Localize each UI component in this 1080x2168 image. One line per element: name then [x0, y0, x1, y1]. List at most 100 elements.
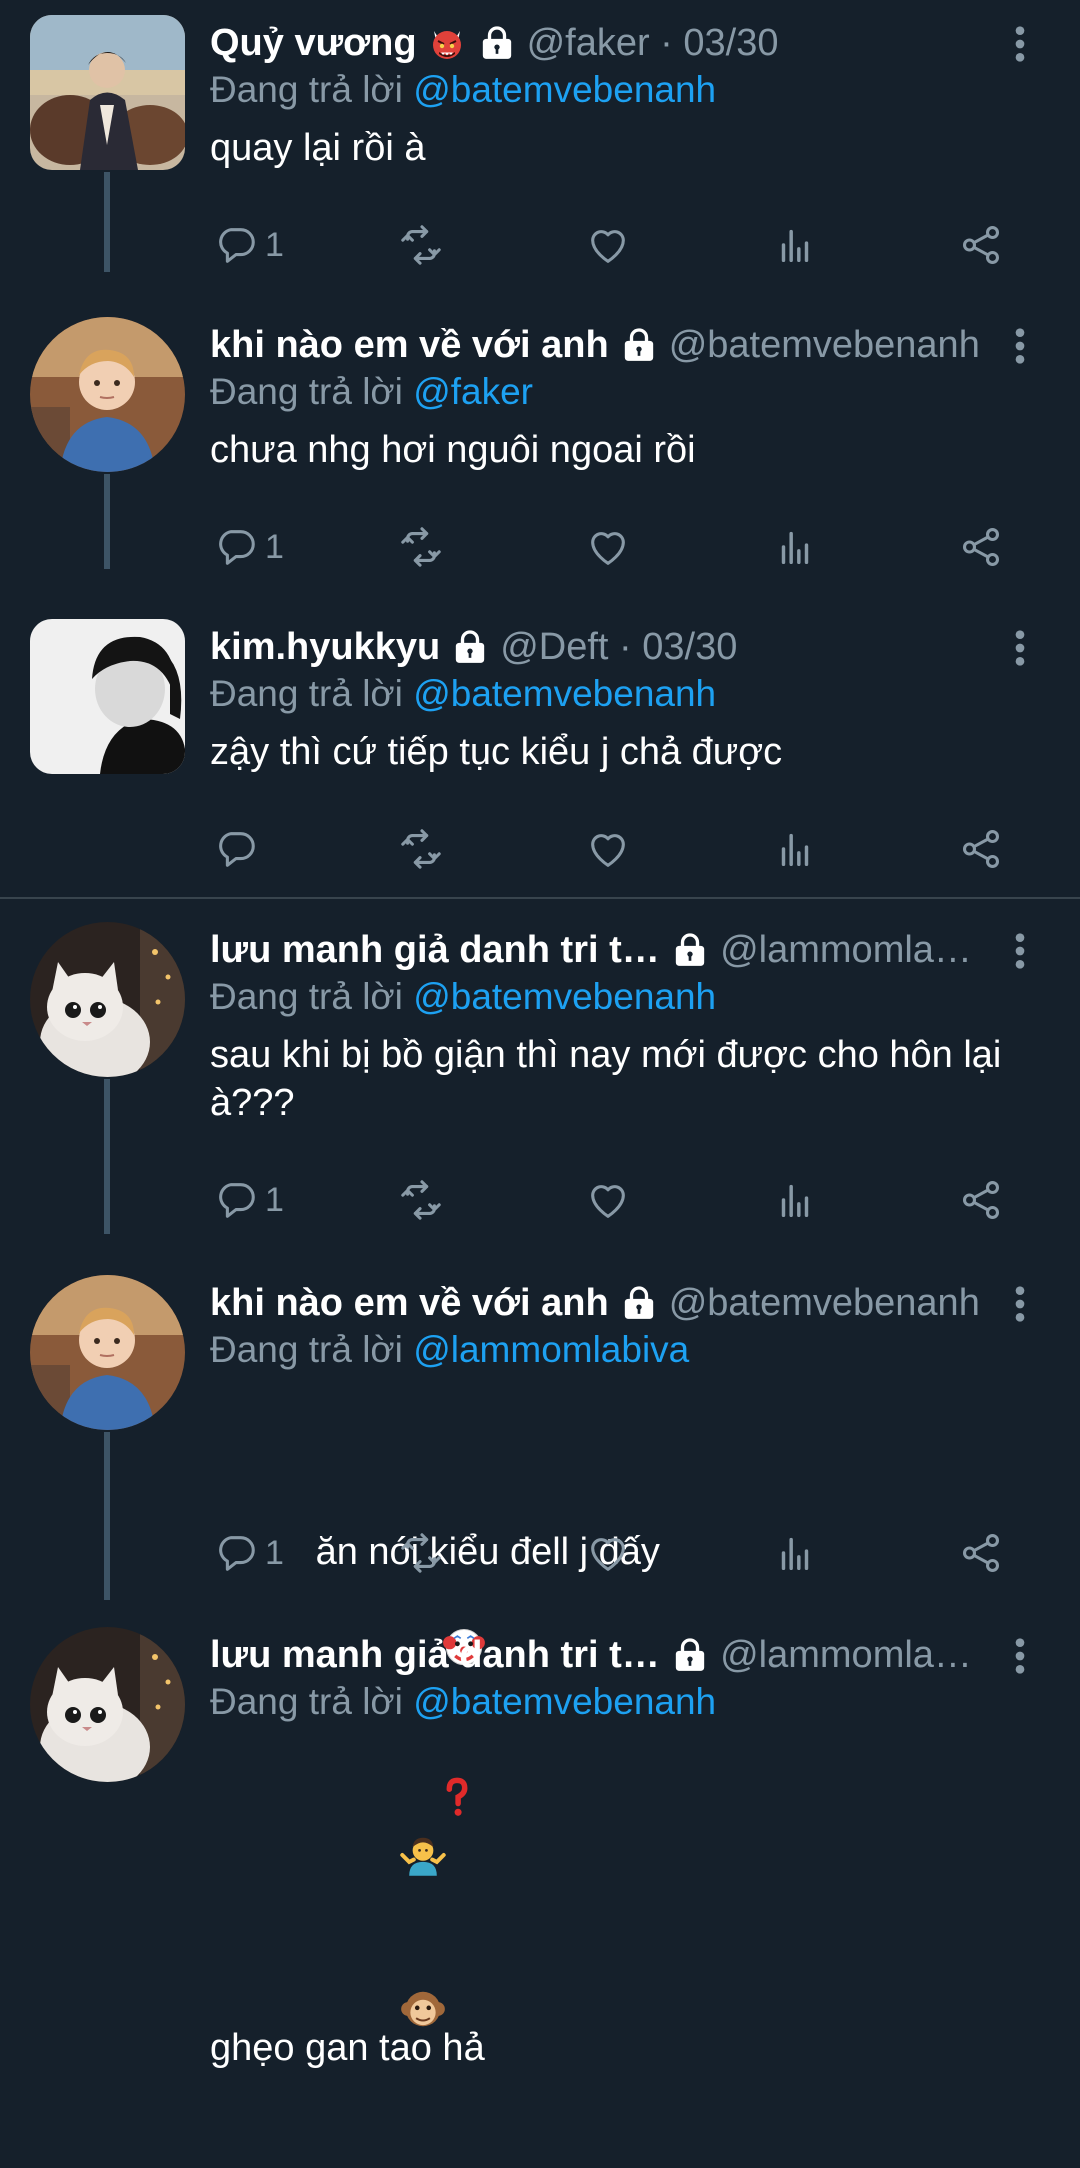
reply-icon [213, 826, 259, 872]
display-name[interactable]: khi nào em về với anh [210, 320, 609, 370]
reply-to-link[interactable]: @faker [413, 371, 533, 412]
stats-button[interactable] [772, 517, 818, 577]
share-icon [958, 524, 1004, 570]
reply-context: Đang trả lời @batemvebenanh [210, 66, 1040, 114]
reply-count: 1 [265, 1533, 284, 1572]
stats-icon [772, 1530, 818, 1576]
share-button[interactable] [958, 1523, 1004, 1583]
more-icon[interactable] [1000, 1282, 1040, 1326]
devil-emoji-icon [427, 23, 467, 63]
share-button[interactable] [958, 1170, 1004, 1230]
retweet-icon [398, 222, 444, 268]
retweet-icon [398, 1530, 444, 1576]
handle[interactable]: @batemvebenanh [669, 1278, 980, 1328]
retweet-icon [398, 524, 444, 570]
reply-context: Đang trả lời @batemvebenanh [210, 973, 1040, 1021]
lock-icon [450, 627, 490, 667]
retweet-button[interactable] [398, 215, 444, 275]
display-name[interactable]: lưu manh giả danh tri thức [210, 925, 660, 975]
reply-context: Đang trả lời @lammomlabiva [210, 1326, 1040, 1374]
like-icon [585, 524, 631, 570]
tweet-header: khi nào em về với anh @batemvebenanh [210, 1278, 1040, 1328]
avatar[interactable] [30, 922, 185, 1077]
reply-to-link[interactable]: @batemvebenanh [413, 69, 716, 110]
avatar-image-cat [30, 1627, 185, 1782]
more-icon[interactable] [1000, 1634, 1040, 1678]
reply-button[interactable]: 1 [213, 517, 284, 577]
reply-to-link[interactable]: @batemvebenanh [413, 1681, 716, 1722]
reply-button[interactable] [213, 819, 265, 879]
retweet-button[interactable] [398, 1523, 444, 1583]
reply-to-link[interactable]: @batemvebenanh [413, 673, 716, 714]
reply-count: 1 [265, 225, 284, 264]
stats-button[interactable] [772, 215, 818, 275]
reply-prefix: Đang trả lời [210, 1329, 403, 1370]
more-icon[interactable] [1000, 22, 1040, 66]
tweet-header: lưu manh giả danh tri thức @lammomlabiva [210, 1630, 1040, 1680]
tweet[interactable]: lưu manh giả danh tri thức @lammomlabiva… [0, 907, 1080, 1237]
share-icon [958, 222, 1004, 268]
handle[interactable]: @lammomlabiva [720, 1630, 984, 1680]
more-icon[interactable] [1000, 929, 1040, 973]
reply-button[interactable]: 1 [213, 1523, 284, 1583]
share-button[interactable] [958, 819, 1004, 879]
like-icon [585, 1177, 631, 1223]
tweet-header: lưu manh giả danh tri thức @lammomlabiva [210, 925, 1040, 975]
stats-button[interactable] [772, 1523, 818, 1583]
monkey-face-icon [294, 1938, 446, 2092]
like-button[interactable] [585, 215, 631, 275]
tweet[interactable]: lưu manh giả danh tri thức @lammomlabiva… [0, 1612, 1080, 2027]
like-button[interactable] [585, 517, 631, 577]
share-icon [958, 1530, 1004, 1576]
stats-button[interactable] [772, 1170, 818, 1230]
retweet-button[interactable] [398, 517, 444, 577]
avatar[interactable] [30, 15, 185, 170]
handle[interactable]: @faker · 03/30 [527, 18, 779, 68]
tweet-text [210, 1736, 1040, 2140]
stats-icon [772, 222, 818, 268]
tweet-text: sau khi bị bồ giận thì nay mới được cho … [210, 1034, 1012, 1124]
tweet-header: khi nào em về với anh @batemvebenanh [210, 320, 1040, 370]
lock-icon [477, 23, 517, 63]
like-icon [585, 1530, 631, 1576]
reply-count: 1 [265, 527, 284, 566]
share-icon [958, 1177, 1004, 1223]
tweet[interactable]: khi nào em về với anh @batemvebenanh Đan… [0, 302, 1080, 569]
display-name[interactable]: lưu manh giả danh tri thức [210, 1630, 660, 1680]
display-name[interactable]: khi nào em về với anh [210, 1278, 609, 1328]
lock-icon [619, 325, 659, 365]
stats-icon [772, 1177, 818, 1223]
reply-button[interactable]: 1 [213, 1170, 284, 1230]
retweet-button[interactable] [398, 819, 444, 879]
more-icon[interactable] [1000, 324, 1040, 368]
reply-prefix: Đang trả lời [210, 673, 403, 714]
avatar-image-man [30, 15, 185, 170]
share-button[interactable] [958, 517, 1004, 577]
handle[interactable]: @batemvebenanh [669, 320, 980, 370]
avatar[interactable] [30, 1627, 185, 1782]
avatar[interactable] [30, 619, 185, 774]
share-button[interactable] [958, 215, 1004, 275]
reply-to-link[interactable]: @batemvebenanh [413, 976, 716, 1017]
display-name[interactable]: kim.hyukkyu [210, 622, 440, 672]
display-name[interactable]: Quỷ vương [210, 18, 417, 68]
reply-button[interactable]: 1 [213, 215, 284, 275]
tweet[interactable]: Quỷ vương @faker · 03/30 Đang trả lời @b… [0, 0, 1080, 272]
avatar[interactable] [30, 1275, 185, 1430]
like-button[interactable] [585, 819, 631, 879]
reply-to-link[interactable]: @lammomlabiva [413, 1329, 689, 1370]
tweet-header: Quỷ vương @faker · 03/30 [210, 18, 1040, 68]
action-bar [0, 819, 1080, 879]
like-button[interactable] [585, 1170, 631, 1230]
more-icon[interactable] [1000, 626, 1040, 670]
handle[interactable]: @Deft · 03/30 [500, 622, 737, 672]
stats-button[interactable] [772, 819, 818, 879]
retweet-button[interactable] [398, 1170, 444, 1230]
person-shrugging-icon [294, 1784, 446, 1938]
tweet[interactable]: khi nào em về với anh @batemvebenanh Đan… [0, 1260, 1080, 2069]
tweet-text: zậy thì cứ tiếp tục kiểu j chả được [210, 731, 783, 773]
tweet[interactable]: kim.hyukkyu @Deft · 03/30 Đang trả lời @… [0, 604, 1080, 894]
like-button[interactable] [585, 1523, 631, 1583]
avatar[interactable] [30, 317, 185, 472]
handle[interactable]: @lammomlabiva [720, 925, 984, 975]
